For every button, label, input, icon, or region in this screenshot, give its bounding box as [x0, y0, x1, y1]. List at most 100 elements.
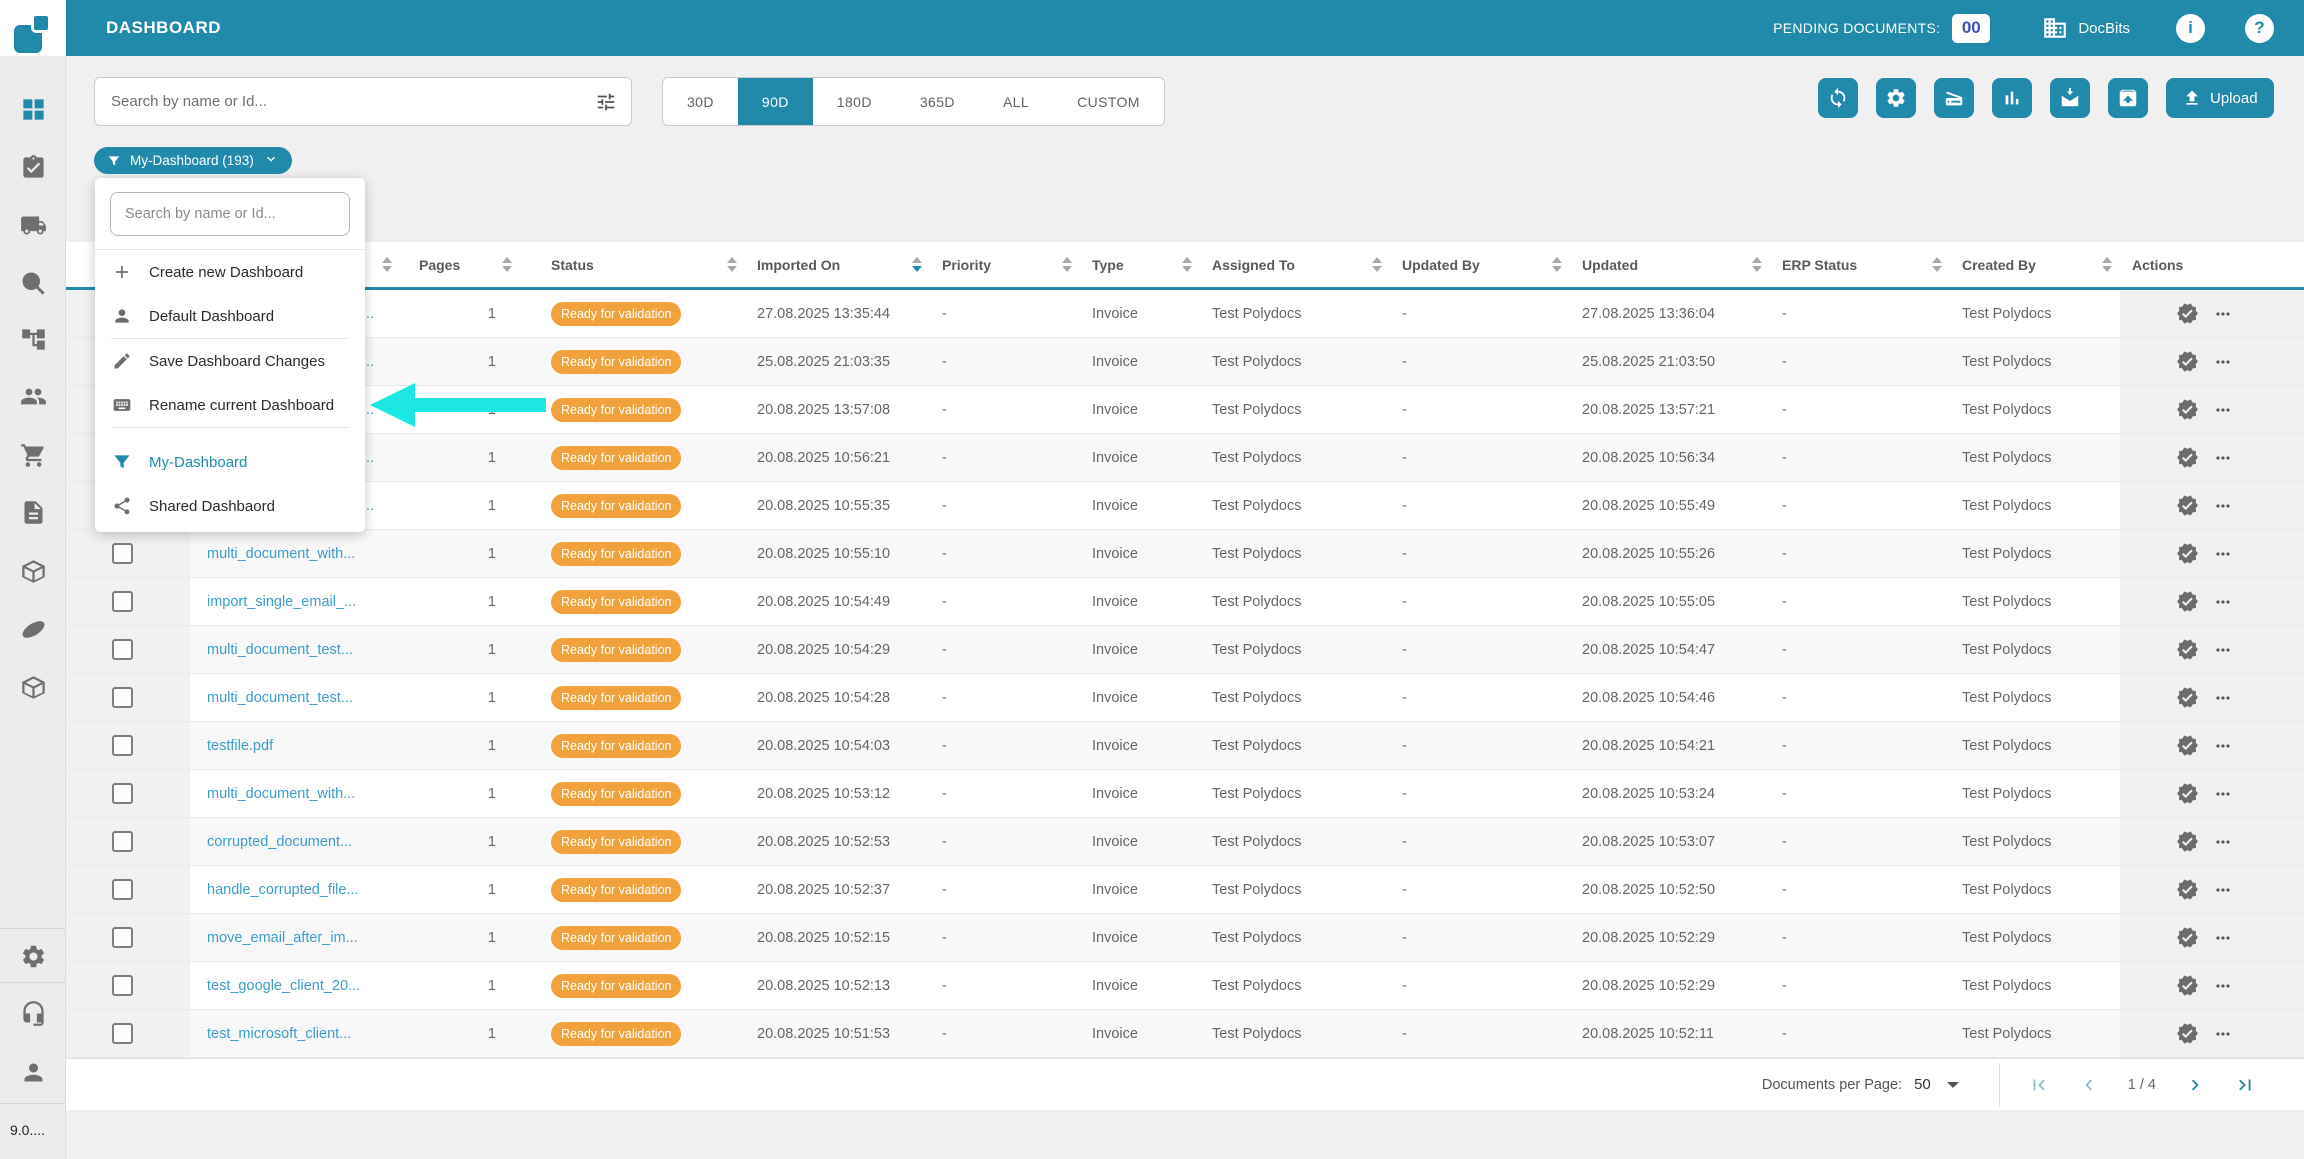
header-updated-by[interactable]: Updated By — [1390, 242, 1570, 287]
search-input[interactable] — [111, 93, 595, 110]
more-actions-icon[interactable] — [2213, 544, 2233, 564]
sidebar-item-users-icon[interactable] — [18, 381, 48, 411]
organization-building-icon[interactable] — [2042, 15, 2068, 41]
sidebar-item-shipping-truck-icon[interactable] — [18, 210, 48, 240]
range-all[interactable]: ALL — [979, 78, 1053, 125]
header-status[interactable]: Status — [520, 242, 745, 287]
document-name-link[interactable]: corrupted_document... — [207, 834, 352, 850]
validate-badge-icon[interactable] — [2176, 350, 2199, 373]
range-30d[interactable]: 30D — [663, 78, 738, 125]
validate-badge-icon[interactable] — [2176, 494, 2199, 517]
next-page-button[interactable] — [2184, 1074, 2206, 1096]
header-priority[interactable]: Priority — [930, 242, 1080, 287]
upload-button[interactable]: Upload — [2166, 78, 2274, 118]
sidebar-item-integrations-orbit-icon[interactable] — [18, 614, 48, 644]
header-type[interactable]: Type — [1080, 242, 1200, 287]
sidebar-item-shopping-cart-icon[interactable] — [18, 440, 48, 470]
row-checkbox[interactable] — [112, 543, 133, 564]
more-actions-icon[interactable] — [2213, 976, 2233, 996]
menu-item-create-new-dashboard[interactable]: Create new Dashboard — [95, 250, 365, 294]
more-actions-icon[interactable] — [2213, 736, 2233, 756]
per-page-caret-icon[interactable] — [1947, 1082, 1959, 1088]
more-actions-icon[interactable] — [2213, 880, 2233, 900]
sidebar-item-workflow-tree-icon[interactable] — [18, 324, 48, 354]
validate-badge-icon[interactable] — [2176, 542, 2199, 565]
header-imported-on[interactable]: Imported On — [745, 242, 930, 287]
more-actions-icon[interactable] — [2213, 640, 2233, 660]
header-assigned-to[interactable]: Assigned To — [1200, 242, 1390, 287]
validate-badge-icon[interactable] — [2176, 1022, 2199, 1045]
sidebar-item-support-headset-icon[interactable] — [18, 998, 48, 1028]
validate-badge-icon[interactable] — [2176, 926, 2199, 949]
document-name-link[interactable]: test_google_client_20... — [207, 978, 360, 994]
range-365d[interactable]: 365D — [896, 78, 979, 125]
document-name-link[interactable]: move_email_after_im... — [207, 930, 358, 946]
more-actions-icon[interactable] — [2213, 304, 2233, 324]
document-name-link[interactable]: test_microsoft_client... — [207, 1026, 351, 1042]
row-checkbox[interactable] — [112, 783, 133, 804]
validate-badge-icon[interactable] — [2176, 830, 2199, 853]
docbits-logo[interactable] — [14, 13, 56, 56]
info-icon[interactable]: i — [2176, 14, 2205, 43]
menu-item-rename-current-dashboard[interactable]: Rename current Dashboard — [95, 383, 365, 427]
sidebar-item-user-profile-icon[interactable] — [18, 1057, 48, 1087]
sidebar-item-tasks-clipboard-icon[interactable] — [18, 152, 48, 182]
more-actions-icon[interactable] — [2213, 928, 2233, 948]
validate-badge-icon[interactable] — [2176, 446, 2199, 469]
range-180d[interactable]: 180D — [813, 78, 896, 125]
document-name-link[interactable]: testfile.pdf — [207, 738, 273, 754]
header-pages[interactable]: Pages — [400, 242, 520, 287]
validate-badge-icon[interactable] — [2176, 782, 2199, 805]
validate-badge-icon[interactable] — [2176, 302, 2199, 325]
settings-button[interactable] — [1876, 78, 1916, 118]
document-name-link[interactable]: import_single_email_... — [207, 594, 356, 610]
header-erp-status[interactable]: ERP Status — [1770, 242, 1950, 287]
sidebar-item-dashboard-grid-icon[interactable] — [18, 94, 48, 124]
document-name-link[interactable]: handle_corrupted_file... — [207, 882, 359, 898]
sidebar-item-package-box-2-icon[interactable] — [18, 672, 48, 702]
refresh-sync-button[interactable] — [1818, 78, 1858, 118]
header-created-by[interactable]: Created By — [1950, 242, 2120, 287]
sidebar-item-search-analytics-icon[interactable] — [18, 268, 48, 298]
validate-badge-icon[interactable] — [2176, 398, 2199, 421]
range-custom[interactable]: CUSTOM — [1053, 78, 1164, 125]
menu-item-my-dashboard[interactable]: My-Dashboard — [95, 440, 365, 484]
more-actions-icon[interactable] — [2213, 592, 2233, 612]
per-page-value[interactable]: 50 — [1914, 1076, 1931, 1093]
scanner-button[interactable] — [1934, 78, 1974, 118]
more-actions-icon[interactable] — [2213, 832, 2233, 852]
analytics-button[interactable] — [1992, 78, 2032, 118]
dashboard-selector-pill[interactable]: My-Dashboard (193) — [94, 147, 292, 174]
more-actions-icon[interactable] — [2213, 1024, 2233, 1044]
help-icon[interactable]: ? — [2245, 14, 2274, 43]
menu-item-default-dashboard[interactable]: Default Dashboard — [95, 294, 365, 338]
validate-badge-icon[interactable] — [2176, 638, 2199, 661]
validate-badge-icon[interactable] — [2176, 590, 2199, 613]
more-actions-icon[interactable] — [2213, 496, 2233, 516]
more-actions-icon[interactable] — [2213, 448, 2233, 468]
range-90d[interactable]: 90D — [738, 78, 813, 125]
more-actions-icon[interactable] — [2213, 352, 2233, 372]
sidebar-item-package-box-icon[interactable] — [18, 556, 48, 586]
row-checkbox[interactable] — [112, 639, 133, 660]
row-checkbox[interactable] — [112, 1023, 133, 1044]
row-checkbox[interactable] — [112, 831, 133, 852]
document-name-link[interactable]: multi_document_test... — [207, 642, 353, 658]
row-checkbox[interactable] — [112, 687, 133, 708]
previous-page-button[interactable] — [2078, 1074, 2100, 1096]
menu-item-shared-dashboard[interactable]: Shared Dashbaord — [95, 484, 365, 528]
first-page-button[interactable] — [2028, 1074, 2050, 1096]
validate-badge-icon[interactable] — [2176, 686, 2199, 709]
document-name-link[interactable]: multi_document_test... — [207, 690, 353, 706]
sidebar-item-settings-gear-icon[interactable] — [18, 941, 48, 971]
sidebar-item-invoice-document-icon[interactable] — [18, 497, 48, 527]
filter-tune-icon[interactable] — [595, 91, 617, 113]
document-name-link[interactable]: multi_document_with... — [207, 546, 355, 562]
row-checkbox[interactable] — [112, 879, 133, 900]
validate-badge-icon[interactable] — [2176, 734, 2199, 757]
more-actions-icon[interactable] — [2213, 784, 2233, 804]
row-checkbox[interactable] — [112, 975, 133, 996]
export-box-button[interactable] — [2108, 78, 2148, 118]
menu-item-save-dashboard-changes[interactable]: Save Dashboard Changes — [95, 339, 365, 383]
more-actions-icon[interactable] — [2213, 688, 2233, 708]
